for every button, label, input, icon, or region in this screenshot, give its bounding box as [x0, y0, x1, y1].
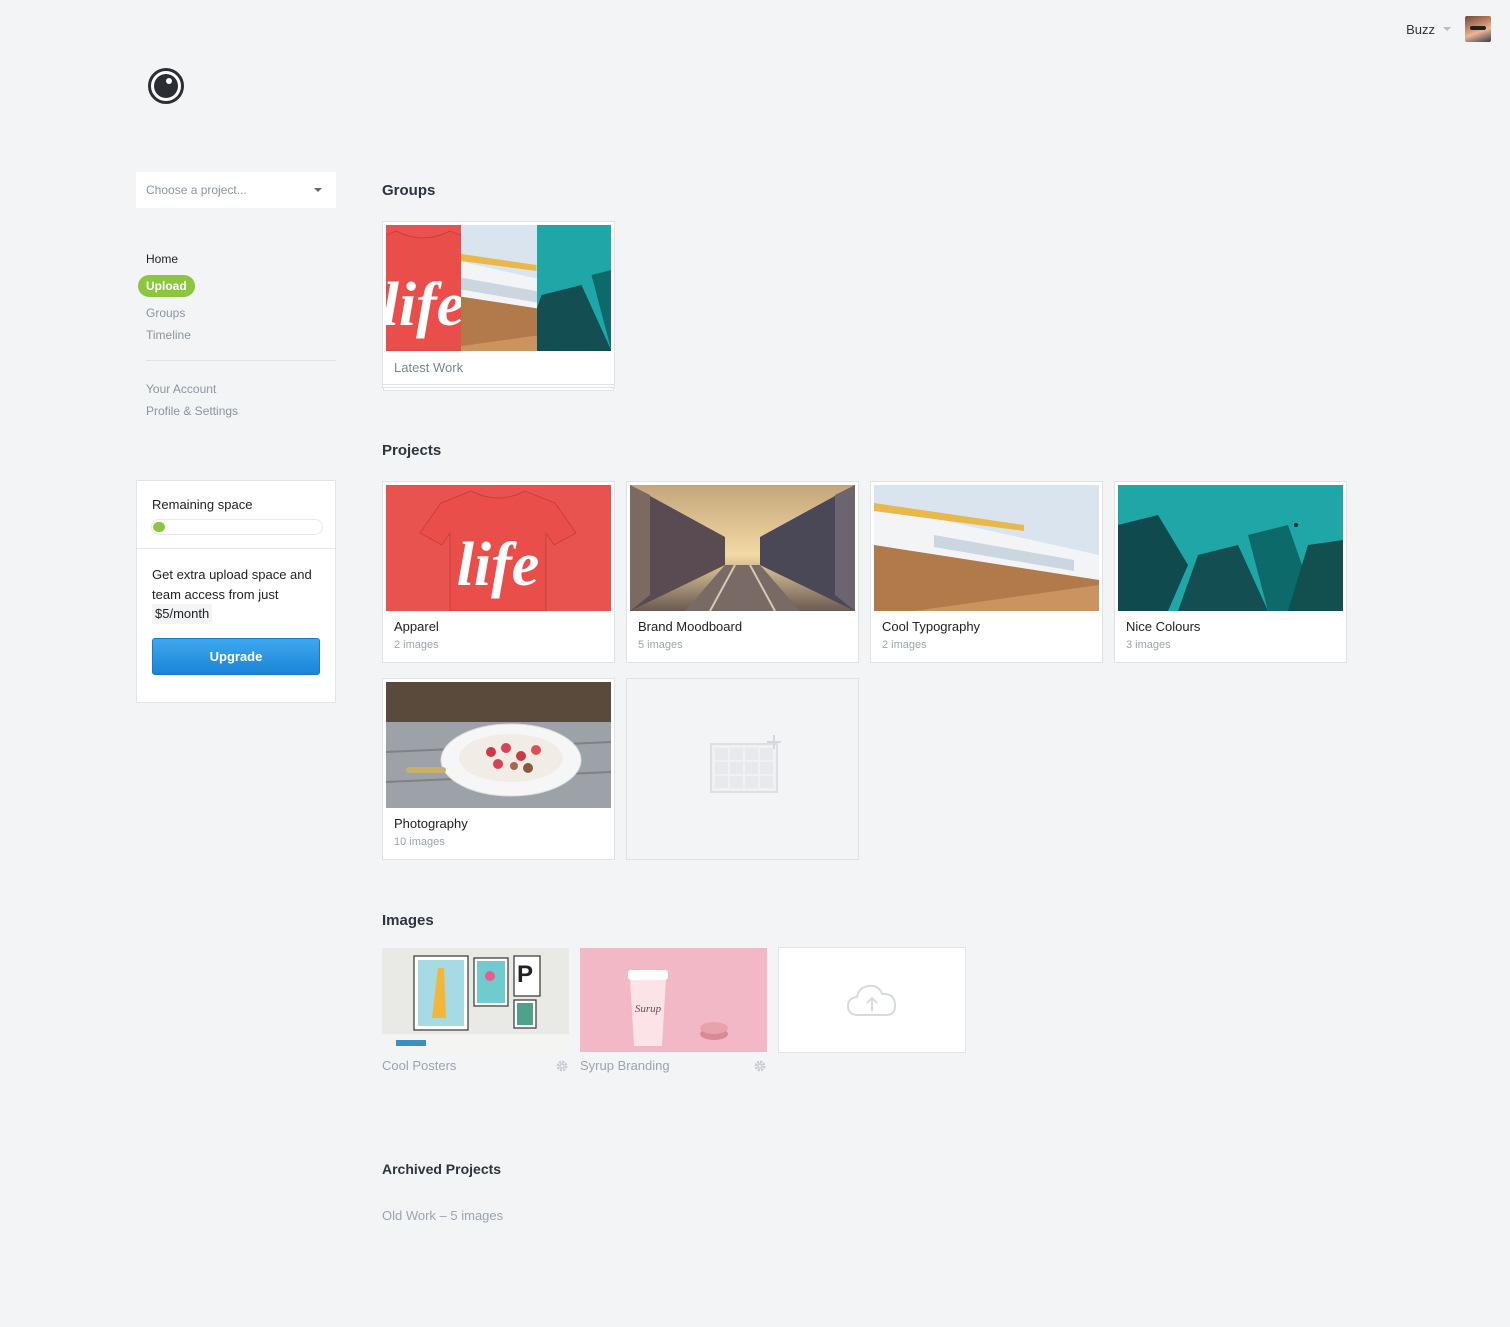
chevron-down-icon — [314, 188, 322, 192]
upload-image-button[interactable] — [778, 947, 966, 1053]
project-image-count: 2 images — [394, 639, 439, 651]
gear-icon[interactable] — [555, 1059, 569, 1073]
project-thumb — [1118, 485, 1343, 611]
group-stack-layer — [383, 388, 614, 391]
storage-panel: Remaining space Get extra upload space a… — [136, 480, 336, 703]
image-thumb-syrup-branding[interactable] — [580, 948, 767, 1052]
cloud-upload-icon — [846, 984, 897, 1016]
section-title-images: Images — [382, 912, 434, 929]
sidebar-item-your-account[interactable]: Your Account — [138, 378, 336, 400]
sidebar-item-timeline[interactable]: Timeline — [138, 324, 336, 346]
group-title: Latest Work — [394, 360, 464, 375]
project-thumb — [386, 485, 611, 611]
storage-progress-fill — [153, 522, 165, 532]
project-image-count: 2 images — [882, 639, 927, 651]
project-title: Apparel — [394, 619, 439, 634]
upgrade-button[interactable]: Upgrade — [152, 637, 320, 675]
user-name: Buzz — [1406, 21, 1435, 37]
project-card-nice-colours[interactable]: Nice Colours 3 images — [1114, 481, 1347, 663]
project-image-count: 3 images — [1126, 639, 1171, 651]
group-thumb-colours — [537, 225, 611, 351]
project-select-placeholder: Choose a project... — [146, 183, 247, 197]
grid-icon — [710, 743, 778, 793]
project-thumb — [630, 485, 855, 611]
image-title[interactable]: Cool Posters — [382, 1058, 456, 1073]
project-card-brand-moodboard[interactable]: Brand Moodboard 5 images — [626, 481, 859, 663]
avatar[interactable] — [1465, 16, 1491, 42]
section-title-archived: Archived Projects — [382, 1161, 502, 1177]
project-title: Nice Colours — [1126, 619, 1201, 634]
project-title: Photography — [394, 816, 468, 831]
plus-icon — [767, 735, 781, 749]
sidebar-item-profile-settings[interactable]: Profile & Settings — [138, 400, 336, 422]
project-thumb — [386, 682, 611, 808]
storage-title: Remaining space — [152, 497, 253, 512]
image-thumb-cool-posters[interactable] — [382, 948, 569, 1052]
project-card-apparel[interactable]: Apparel 2 images — [382, 481, 615, 663]
new-project-button[interactable] — [626, 678, 859, 860]
group-thumb-apparel — [386, 225, 461, 351]
project-thumb — [874, 485, 1099, 611]
archived-project-old-work[interactable]: Old Work – 5 images — [382, 1208, 503, 1223]
sidebar-nav: Home Upload Groups Timeline Your Account… — [138, 248, 336, 422]
chevron-down-icon — [1443, 27, 1451, 31]
group-thumb-collage — [386, 225, 611, 351]
gear-icon[interactable] — [753, 1059, 767, 1073]
user-menu[interactable]: Buzz — [1406, 16, 1491, 42]
section-title-groups: Groups — [382, 182, 436, 199]
camera-lens-logo-icon[interactable] — [148, 68, 184, 104]
storage-price: $5/month — [152, 604, 213, 624]
project-select[interactable]: Choose a project... — [136, 172, 336, 208]
image-title[interactable]: Syrup Branding — [580, 1058, 670, 1073]
project-image-count: 5 images — [638, 639, 683, 651]
storage-promo: Get extra upload space and team access f… — [137, 549, 335, 624]
project-image-count: 10 images — [394, 836, 445, 848]
sidebar-item-upload[interactable]: Upload — [138, 275, 195, 297]
group-card-latest-work[interactable]: Latest Work — [382, 221, 615, 385]
storage-promo-text: Get extra upload space and team access f… — [152, 567, 312, 602]
storage-progress-bar — [151, 519, 323, 535]
sidebar-item-home[interactable]: Home — [138, 248, 336, 270]
group-thumb-typography — [461, 225, 537, 351]
project-title: Cool Typography — [882, 619, 981, 634]
project-title: Brand Moodboard — [638, 619, 743, 634]
project-card-cool-typography[interactable]: Cool Typography 2 images — [870, 481, 1103, 663]
project-card-photography[interactable]: Photography 10 images — [382, 678, 615, 860]
sidebar-item-groups[interactable]: Groups — [138, 302, 336, 324]
sidebar-divider — [146, 360, 336, 361]
section-title-projects: Projects — [382, 442, 442, 459]
